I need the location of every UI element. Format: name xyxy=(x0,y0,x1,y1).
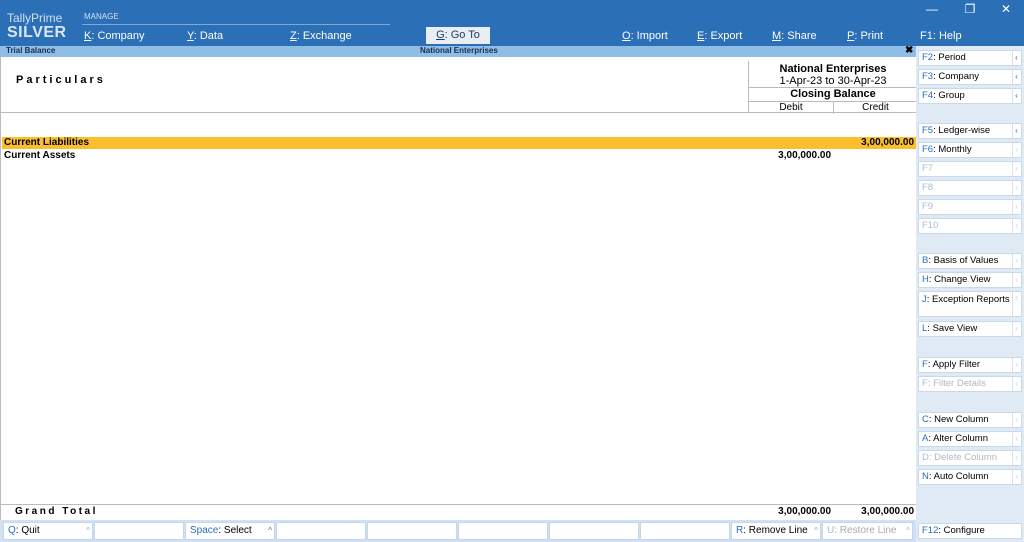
exception-reports-button[interactable]: J: Exception Reports ‹ xyxy=(918,291,1022,317)
menu-help[interactable]: F1: Help xyxy=(920,30,962,42)
new-column-button[interactable]: C: New Column ‹ xyxy=(918,412,1022,428)
bottom-empty-button[interactable] xyxy=(276,522,366,540)
right-button-panel: F2: Period ‹ F3: Company ‹ F4: Group ‹ F5: … xyxy=(916,46,1024,542)
brand-name: TallyPrime xyxy=(7,11,63,25)
auto-column-button[interactable]: N: Auto Column ‹ xyxy=(918,469,1022,485)
menu-exchange[interactable]: Z: Exchange xyxy=(290,30,352,42)
delete-column-button[interactable]: D: Delete Column ‹ xyxy=(918,450,1022,466)
group-button[interactable]: F4: Group ‹ xyxy=(918,88,1022,104)
trial-balance-report: Particulars National Enterprises 1-Apr-2… xyxy=(0,57,917,520)
restore-icon[interactable]: ❐ xyxy=(960,2,980,16)
menu-company[interactable]: K: Company xyxy=(84,30,145,42)
report-name: Trial Balance xyxy=(6,46,56,55)
quit-button[interactable]: Q: Quit ^ xyxy=(3,522,93,540)
f10-button[interactable]: F10 ‹ xyxy=(918,218,1022,234)
top-menu-bar: TallyPrime SILVER MANAGE K: Company Y: D… xyxy=(0,0,1024,46)
restore-line-button[interactable]: U: Restore Line ^ xyxy=(822,522,913,540)
grand-total-row: Grand Total 3,00,000.00 3,00,000.00 xyxy=(2,506,916,519)
monthly-button[interactable]: F6: Monthly ‹ xyxy=(918,142,1022,158)
ledger-wise-button[interactable]: F5: Ledger-wise ‹ xyxy=(918,123,1022,139)
grand-total-label: Grand Total xyxy=(15,506,98,517)
grand-total-divider xyxy=(1,504,917,505)
menu-data[interactable]: Y: Data xyxy=(187,30,223,42)
bottom-empty-button[interactable] xyxy=(458,522,548,540)
f8-button[interactable]: F8 ‹ xyxy=(918,180,1022,196)
menu-import[interactable]: O: Import xyxy=(622,30,668,42)
bottom-button-bar: Q: Quit ^ Space: Select ^ R: Remove Line ^ … xyxy=(0,520,916,542)
bottom-empty-button[interactable] xyxy=(94,522,184,540)
change-view-button[interactable]: H: Change View ‹ xyxy=(918,272,1022,288)
configure-button[interactable]: F12: Configure xyxy=(918,523,1022,539)
period-button[interactable]: F2: Period ‹ xyxy=(918,50,1022,66)
column-company: National Enterprises xyxy=(779,63,887,75)
company-button[interactable]: F3: Company ‹ xyxy=(918,69,1022,85)
brand-edition: SILVER xyxy=(7,24,67,41)
column-group-closing-balance: Closing Balance xyxy=(790,88,876,100)
column-period: 1-Apr-23 to 30-Apr-23 xyxy=(779,75,887,87)
row-credit: 3,00,000.00 xyxy=(861,137,914,148)
report-close-icon[interactable]: ✖ xyxy=(905,45,913,56)
row-debit: 3,00,000.00 xyxy=(778,150,831,161)
report-company-name: National Enterprises xyxy=(420,46,498,55)
table-row[interactable]: Current Liabilities 3,00,000.00 xyxy=(2,137,916,149)
column-header-box: National Enterprises 1-Apr-23 to 30-Apr-… xyxy=(748,61,917,114)
apply-filter-button[interactable]: F: Apply Filter ‹ xyxy=(918,357,1022,373)
f7-button[interactable]: F7 ‹ xyxy=(918,161,1022,177)
particulars-header: Particulars xyxy=(16,74,106,86)
menu-section-divider xyxy=(82,24,390,25)
f9-button[interactable]: F9 ‹ xyxy=(918,199,1022,215)
menu-share[interactable]: M: Share xyxy=(772,30,817,42)
remove-line-button[interactable]: R: Remove Line ^ xyxy=(731,522,821,540)
menu-goto[interactable]: G: Go To xyxy=(426,27,490,44)
report-title-strip: Trial Balance National Enterprises ✖ xyxy=(0,45,916,57)
menu-section-label: MANAGE xyxy=(84,12,119,21)
menu-print[interactable]: P: Print xyxy=(847,30,883,42)
row-name: Current Liabilities xyxy=(4,137,90,148)
grand-total-debit: 3,00,000.00 xyxy=(778,506,831,517)
filter-details-button[interactable]: F: Filter Details ‹ xyxy=(918,376,1022,392)
grand-total-credit: 3,00,000.00 xyxy=(861,506,914,517)
bottom-empty-button[interactable] xyxy=(367,522,457,540)
bottom-empty-button[interactable] xyxy=(640,522,730,540)
alter-column-button[interactable]: A: Alter Column ‹ xyxy=(918,431,1022,447)
save-view-button[interactable]: L: Save View ‹ xyxy=(918,321,1022,337)
close-icon[interactable]: ✕ xyxy=(996,2,1016,16)
basis-of-values-button[interactable]: B: Basis of Values ‹ xyxy=(918,253,1022,269)
bottom-empty-button[interactable] xyxy=(549,522,639,540)
row-name: Current Assets xyxy=(4,150,76,161)
table-row[interactable]: Current Assets 3,00,000.00 xyxy=(2,150,916,162)
minimize-icon[interactable]: — xyxy=(922,2,942,16)
header-divider xyxy=(1,112,917,113)
menu-export[interactable]: E: Export xyxy=(697,30,742,42)
select-button[interactable]: Space: Select ^ xyxy=(185,522,275,540)
